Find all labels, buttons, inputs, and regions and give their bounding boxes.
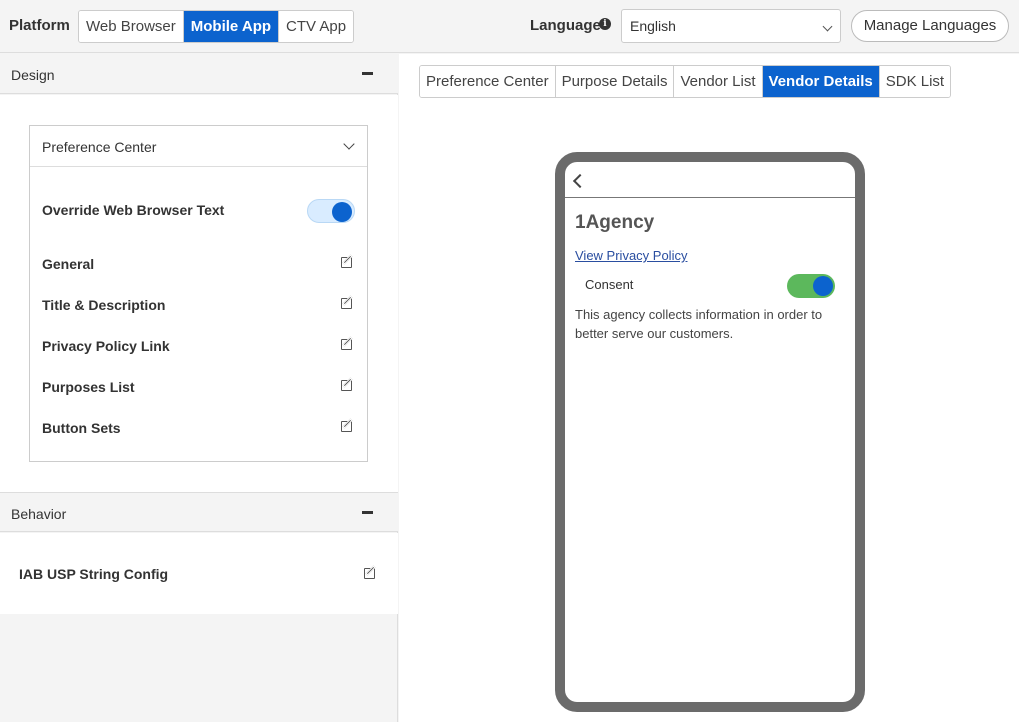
phone-header (565, 162, 855, 198)
language-value: English (630, 18, 676, 34)
toggle-knob (813, 276, 833, 296)
chevron-down-icon (343, 138, 355, 150)
design-item-privacy-policy-link[interactable]: Privacy Policy Link (42, 335, 356, 357)
edit-icon[interactable] (341, 336, 354, 350)
consent-toggle[interactable] (787, 274, 835, 298)
design-section-header[interactable]: Design (0, 54, 398, 94)
preview-panel: Preference Center Purpose Details Vendor… (399, 54, 1019, 722)
tab-sdk-list[interactable]: SDK List (879, 66, 951, 97)
override-row: Override Web Browser Text (42, 199, 356, 223)
top-bar: Platform Web Browser Mobile App CTV App … (0, 0, 1019, 53)
edit-icon[interactable] (341, 254, 354, 268)
platform-web-browser[interactable]: Web Browser (79, 11, 184, 42)
design-item-general[interactable]: General (42, 253, 356, 275)
chevron-down-icon (822, 21, 833, 32)
toggle-knob (332, 202, 352, 222)
edit-icon[interactable] (364, 565, 377, 579)
tab-purpose-details[interactable]: Purpose Details (555, 66, 675, 97)
info-icon[interactable]: i (599, 18, 611, 30)
tab-preference-center[interactable]: Preference Center (420, 66, 556, 97)
privacy-policy-link[interactable]: View Privacy Policy (575, 248, 687, 263)
language-select[interactable]: English (621, 9, 841, 43)
platform-ctv-app[interactable]: CTV App (279, 11, 354, 42)
override-toggle[interactable] (307, 199, 355, 223)
preference-center-dropdown[interactable]: Preference Center (30, 126, 367, 167)
edit-icon[interactable] (341, 295, 354, 309)
edit-icon[interactable] (341, 418, 354, 432)
platform-mobile-app[interactable]: Mobile App (183, 11, 280, 42)
vendor-name: 1Agency (575, 212, 655, 233)
manage-languages-button[interactable]: Manage Languages (851, 10, 1009, 42)
collapse-icon[interactable] (362, 511, 373, 514)
design-item-label: General (42, 256, 95, 272)
tab-vendor-list[interactable]: Vendor List (674, 66, 763, 97)
dropdown-label: Preference Center (42, 139, 157, 155)
design-item-label: Title & Description (42, 297, 166, 313)
design-section: Preference Center Override Web Browser T… (0, 95, 398, 492)
left-panel: Design Preference Center Override Web Br… (0, 54, 398, 722)
design-item-label: Privacy Policy Link (42, 338, 170, 354)
design-item-label: Button Sets (42, 420, 121, 436)
preview-tabs: Preference Center Purpose Details Vendor… (419, 65, 952, 98)
consent-label: Consent (585, 277, 634, 292)
behavior-title: Behavior (11, 506, 67, 522)
design-item-title-description[interactable]: Title & Description (42, 294, 356, 316)
platform-label: Platform (9, 17, 70, 34)
collapse-icon[interactable] (362, 72, 373, 75)
phone-preview: 1Agency View Privacy Policy Consent This… (555, 152, 865, 712)
vendor-description: This agency collects information in orde… (575, 307, 823, 341)
override-label: Override Web Browser Text (42, 202, 225, 218)
platform-selector: Web Browser Mobile App CTV App (78, 10, 355, 43)
behavior-section-header[interactable]: Behavior (0, 492, 398, 532)
design-item-purposes-list[interactable]: Purposes List (42, 376, 356, 398)
edit-icon[interactable] (341, 377, 354, 391)
back-icon[interactable] (572, 173, 588, 189)
design-card: Preference Center Override Web Browser T… (29, 125, 368, 462)
behavior-item-iab-usp[interactable]: IAB USP String Config (19, 566, 168, 582)
design-item-button-sets[interactable]: Button Sets (42, 417, 356, 439)
design-title: Design (11, 67, 55, 83)
behavior-section: IAB USP String Config (0, 533, 398, 614)
language-label: Language (530, 17, 601, 34)
design-item-label: Purposes List (42, 379, 135, 395)
tab-vendor-details[interactable]: Vendor Details (762, 66, 880, 97)
